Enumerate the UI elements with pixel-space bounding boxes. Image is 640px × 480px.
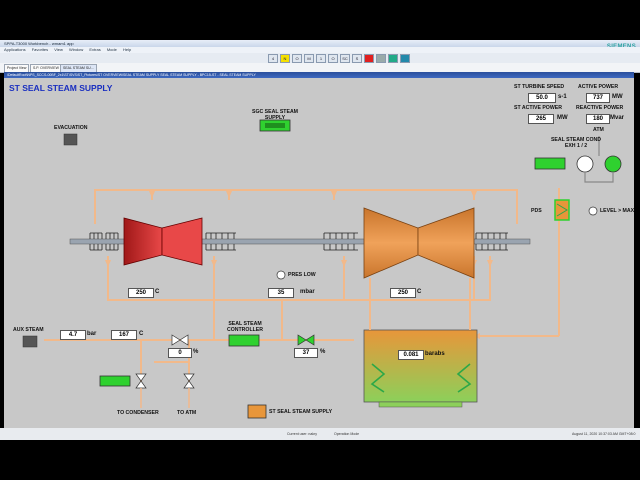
lp-turbine-left xyxy=(363,207,419,279)
menu-applications[interactable]: Applications xyxy=(4,47,26,52)
toolbar-button-o[interactable]: O xyxy=(292,54,302,63)
temp-left-value: 250 xyxy=(128,288,154,298)
temp-right-unit: C xyxy=(417,289,422,295)
to-atm-label: TO ATM xyxy=(177,410,197,416)
current-user: Current user: nakry xyxy=(287,432,317,436)
active-power-label: ACTIVE POWER xyxy=(578,84,619,90)
pressure-mid-unit: mbar xyxy=(300,289,315,295)
toolbar-button-n[interactable]: N xyxy=(280,54,290,63)
condenser-pressure-unit: barabs xyxy=(425,351,445,357)
sgc-label: SGC SEAL STEAM SUPPLY xyxy=(251,109,299,121)
toolbar-button-o2[interactable]: O xyxy=(328,54,338,63)
aux-temp-unit: C xyxy=(139,331,144,337)
level-max-label: LEVEL > MAX xyxy=(600,208,635,214)
st-turbine-speed-label: ST TURBINE SPEED xyxy=(514,84,565,90)
process-canvas: ST SEAL STEAM SUPPLY EVACUATION SGC SEAL… xyxy=(4,78,634,428)
pres-low-label: PRES LOW xyxy=(288,272,316,278)
seal-steam-controller-label: SEAL STEAM CONTROLLER xyxy=(226,321,264,333)
turbine-speed-value: 50.0 xyxy=(528,93,556,103)
acknowledge-button[interactable] xyxy=(388,54,398,63)
lp-turbine-right xyxy=(417,207,475,279)
aux-steam-source[interactable] xyxy=(22,335,38,348)
st-active-power-value: 265 xyxy=(528,114,554,124)
st-seal-steam-supply-link[interactable]: ST SEAL STEAM SUPPLY xyxy=(269,409,332,415)
aux-pressure-value: 4.7 xyxy=(60,330,86,340)
temp-left-unit: C xyxy=(155,289,160,295)
menu-window[interactable]: Window xyxy=(69,47,83,52)
seal-steam-controller-block[interactable] xyxy=(228,334,260,347)
aux-temp-value: 167 xyxy=(111,330,137,340)
hp-turbine-right xyxy=(161,217,203,266)
condenser-pressure-value: 0.081 xyxy=(398,350,424,360)
valve-pos-1-unit: % xyxy=(193,349,199,355)
valve-to-condenser[interactable] xyxy=(135,373,147,389)
pressure-mid-value: 35 xyxy=(268,288,294,298)
evacuation-label: EVACUATION xyxy=(54,125,88,131)
silence-button[interactable] xyxy=(376,54,386,63)
toolbar-button-4[interactable]: 4 xyxy=(268,54,278,63)
to-condenser-label: TO CONDENSER xyxy=(117,410,159,416)
alarm-button[interactable] xyxy=(364,54,374,63)
operation-mode: Operation Mode xyxy=(334,432,360,436)
atm-label: ATM xyxy=(593,127,604,133)
toolbar: 4 N O M 1 O SC S xyxy=(0,53,640,63)
aux-pressure-unit: bar xyxy=(87,331,97,337)
active-power-unit: MW xyxy=(612,94,623,100)
toolbar-button-1[interactable]: 1 xyxy=(316,54,326,63)
valve-controller[interactable] xyxy=(297,334,315,346)
st-seal-steam-supply-nav-icon[interactable] xyxy=(247,404,267,419)
aux-steam-label: AUX STEAM xyxy=(13,327,44,333)
valve-pos-2-unit: % xyxy=(320,349,326,355)
status-bar: Current user: nakry Operation Mode Augus… xyxy=(0,428,640,440)
toolbar-button-s[interactable]: S xyxy=(352,54,362,63)
temp-right-value: 250 xyxy=(390,288,416,298)
level-max-indicator xyxy=(588,206,598,216)
process-diagram xyxy=(22,119,622,419)
pres-low-indicator xyxy=(276,270,286,280)
valve-pos-1-value: 0 xyxy=(168,348,192,358)
reactive-power-label: REACTIVE POWER xyxy=(576,105,624,111)
menu-favorites[interactable]: Favorites xyxy=(32,47,48,52)
condenser-hotwell xyxy=(378,401,463,408)
window-title: SPPA-T3000 Workbench - wmam1 app xyxy=(4,41,74,46)
horn-button[interactable] xyxy=(400,54,410,63)
window-titlebar: SPPA-T3000 Workbench - wmam1 app xyxy=(0,40,640,47)
page-title: ST SEAL STEAM SUPPLY xyxy=(9,83,113,93)
seal-steam-cond-block[interactable] xyxy=(534,157,566,170)
hp-turbine-left xyxy=(123,217,163,266)
pds-label: PDS xyxy=(531,208,542,214)
evacuation-block[interactable] xyxy=(63,133,78,146)
toolbar-button-sc[interactable]: SC xyxy=(340,54,350,63)
valve-pos-2-value: 37 xyxy=(294,348,318,358)
status-datetime: August 11, 2020 10:37:03 AM GMT+08:0 xyxy=(572,432,636,436)
turbine-speed-unit: s-1 xyxy=(558,94,567,100)
seal-steam-cond-label: SEAL STEAM COND EXH 1 / 2 xyxy=(550,137,602,149)
menu-view[interactable]: View xyxy=(54,47,63,52)
active-power-value: 737 xyxy=(586,93,610,103)
reactive-power-unit: Mvar xyxy=(610,115,625,121)
toolbar-button-m[interactable]: M xyxy=(304,54,314,63)
flow-arrows xyxy=(105,191,493,339)
valve-to-atm[interactable] xyxy=(183,373,195,389)
st-active-power-label: ST ACTIVE POWER xyxy=(514,105,562,111)
drain-control-block[interactable] xyxy=(99,375,131,387)
exhauster-fan-1[interactable] xyxy=(576,155,594,173)
st-active-power-unit: MW xyxy=(557,115,568,121)
menu-help[interactable]: Help xyxy=(123,47,131,52)
valve-aux[interactable] xyxy=(171,334,189,346)
reactive-power-value: 180 xyxy=(586,114,610,124)
menu-extras[interactable]: Extras xyxy=(89,47,100,52)
exhauster-fan-2[interactable] xyxy=(604,155,622,173)
menu-mode[interactable]: Mode xyxy=(107,47,117,52)
